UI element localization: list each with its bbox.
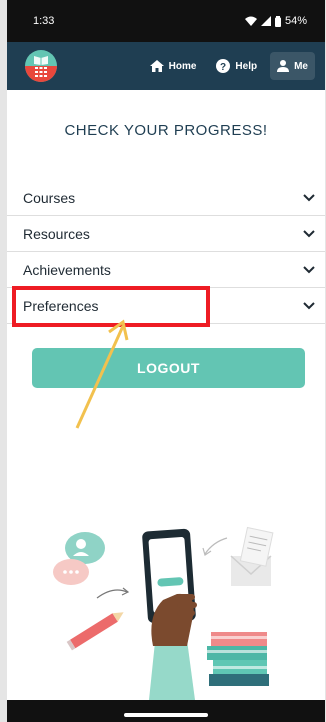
nav-help-button[interactable]: ? Help: [209, 52, 264, 80]
wifi-icon: [244, 16, 257, 26]
svg-text:+: +: [97, 530, 105, 541]
progress-illustration: +: [53, 526, 274, 700]
chevron-down-icon: [303, 301, 315, 309]
home-gesture-bar[interactable]: [124, 713, 208, 717]
page-title: CHECK YOUR PROGRESS!: [64, 122, 268, 139]
system-nav-bar: [7, 700, 325, 722]
status-bar: 1:33 54%: [7, 0, 325, 42]
nav-me-button[interactable]: Me: [270, 52, 315, 80]
chevron-down-icon: [303, 229, 315, 237]
menu-item-label: Courses: [23, 189, 76, 206]
menu-item-label: Resources: [23, 225, 90, 242]
help-icon: ?: [216, 59, 231, 73]
battery-icon: [274, 15, 281, 27]
menu-item-achievements[interactable]: Achievements: [7, 252, 325, 288]
nav-home-button[interactable]: Home: [143, 52, 204, 80]
nav-home-label: Home: [168, 60, 197, 72]
nav-me-label: Me: [294, 60, 308, 72]
menu-item-resources[interactable]: Resources: [7, 216, 325, 252]
phone-screen: 1:33 54% Home ? Help Me CHECK YOUR PROGR…: [7, 0, 325, 722]
person-icon: [277, 60, 290, 72]
pointer-arrow-annotation: [75, 319, 129, 429]
chevron-down-icon: [303, 265, 315, 273]
chevron-down-icon: [303, 193, 315, 201]
app-logo[interactable]: [25, 50, 57, 82]
menu-item-label: Achievements: [23, 261, 111, 278]
svg-text:?: ?: [220, 62, 226, 73]
top-nav: Home ? Help Me: [143, 52, 315, 80]
status-time: 1:33: [33, 15, 55, 27]
battery-percent: 54%: [284, 15, 307, 27]
home-icon: [149, 60, 164, 72]
menu-item-courses[interactable]: Courses: [7, 180, 325, 216]
signal-icon: [260, 16, 271, 26]
nav-help-label: Help: [235, 60, 258, 72]
status-icons: 54%: [244, 15, 307, 27]
